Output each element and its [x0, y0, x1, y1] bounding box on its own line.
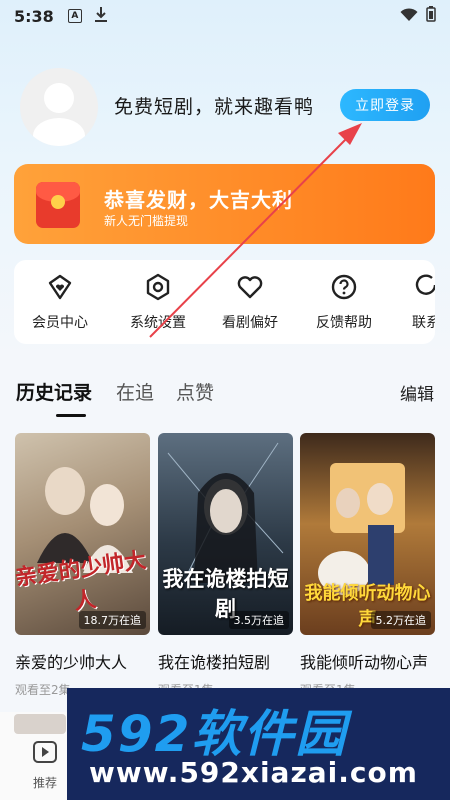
battery-icon	[426, 6, 436, 26]
menu-item-settings[interactable]: 系统设置	[118, 272, 198, 332]
banner-subtitle: 新人无门槛提现	[104, 214, 189, 228]
menu-label: 系统设置	[130, 315, 186, 331]
red-envelope-icon	[36, 182, 80, 228]
menu-label: 会员中心	[32, 315, 88, 331]
heart-icon	[235, 272, 265, 302]
drama-poster: 我在诡楼拍短剧 3.5万在追	[158, 433, 293, 635]
drama-poster: 我能倾听动物心声 5.2万在追	[300, 433, 435, 635]
history-tabs: 历史记录 在追 点赞 编辑	[16, 378, 436, 418]
play-icon	[32, 740, 58, 768]
next-card-peek	[14, 714, 66, 734]
question-icon	[329, 272, 359, 302]
menu-label: 反馈帮助	[316, 315, 372, 331]
banner-title: 恭喜发财，大吉大利	[104, 188, 293, 212]
follow-count: 3.5万在追	[228, 611, 289, 629]
drama-card[interactable]: 我在诡楼拍短剧 3.5万在追 我在诡楼拍短剧 观看至1集	[158, 433, 293, 695]
menu-item-feedback[interactable]: 反馈帮助	[304, 272, 384, 332]
tab-history[interactable]: 历史记录	[16, 378, 92, 405]
menu-item-contact[interactable]: 联系	[386, 272, 435, 332]
follow-count: 5.2万在追	[370, 611, 431, 629]
hexagon-gear-icon	[143, 272, 173, 302]
edit-button[interactable]: 编辑	[400, 380, 434, 405]
drama-card[interactable]: 我能倾听动物心声 5.2万在追 我能倾听动物心声 观看至1集	[300, 433, 435, 695]
tab-liked[interactable]: 点赞	[176, 378, 214, 405]
site-watermark: 592软件园 www.592xiazai.com	[67, 688, 450, 800]
watermark-url: www.592xiazai.com	[89, 756, 418, 789]
feature-menu: 会员中心 系统设置 看剧偏好 反馈帮助 联系	[14, 260, 435, 344]
default-user-icon	[33, 83, 85, 146]
nav-label: 推荐	[32, 776, 57, 790]
profile-headline: 免费短剧，就来趣看鸭	[114, 96, 315, 118]
drama-title: 我能倾听动物心声	[300, 653, 429, 672]
status-time: 5:38	[14, 6, 54, 26]
wifi-icon	[400, 7, 418, 26]
drama-title: 亲爱的少帅大人	[15, 653, 128, 672]
tab-following[interactable]: 在追	[116, 378, 154, 405]
tab-active-indicator	[56, 414, 86, 417]
app-notification-icon: A	[67, 9, 82, 23]
nav-recommend[interactable]: 推荐	[20, 740, 70, 791]
menu-item-preferences[interactable]: 看剧偏好	[210, 272, 290, 332]
follow-count: 18.7万在追	[78, 611, 146, 629]
download-icon	[94, 6, 108, 26]
avatar[interactable]	[20, 68, 98, 146]
drama-title: 我在诡楼拍短剧	[158, 653, 271, 672]
menu-label: 联系	[412, 315, 435, 331]
red-envelope-banner[interactable]: 恭喜发财，大吉大利 新人无门槛提现	[14, 164, 435, 244]
contact-icon	[411, 272, 435, 302]
menu-item-membership[interactable]: 会员中心	[20, 272, 100, 332]
heart-shield-icon	[45, 272, 75, 302]
drama-poster: 亲爱的少帅大人 18.7万在追	[15, 433, 150, 635]
drama-card[interactable]: 亲爱的少帅大人 18.7万在追 亲爱的少帅大人 观看至2集	[15, 433, 150, 695]
menu-label: 看剧偏好	[222, 315, 278, 331]
login-button[interactable]: 立即登录	[340, 89, 430, 121]
status-bar: 5:38 A	[0, 0, 450, 32]
